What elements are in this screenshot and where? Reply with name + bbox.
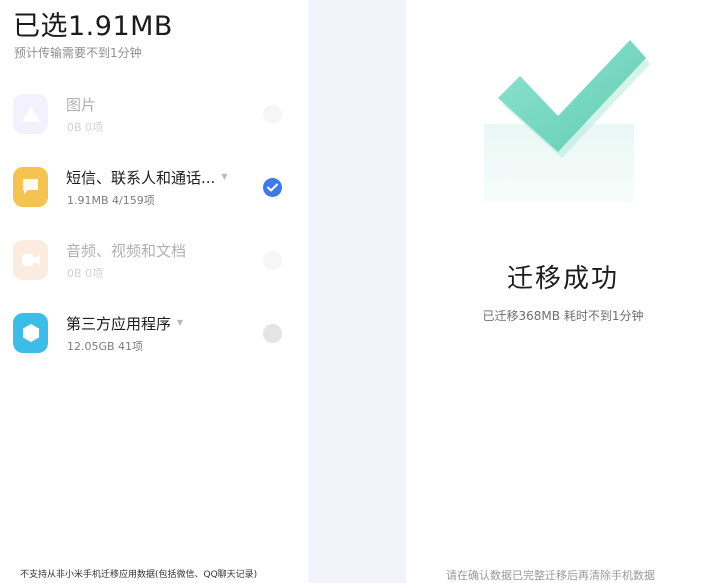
- select-checkbox[interactable]: [263, 324, 282, 343]
- selection-panel: 已选1.91MB 预计传输需要不到1分钟 图片 0B 0项 短信、联系人和通话.…: [0, 0, 308, 583]
- panel-divider: [308, 0, 406, 583]
- select-checkbox[interactable]: [263, 105, 282, 124]
- list-item-messages-contacts-calls[interactable]: 短信、联系人和通话... ▼ 1.91MB 4/159项: [0, 167, 308, 227]
- estimated-time-text: 预计传输需要不到1分钟: [14, 46, 142, 60]
- message-icon: [13, 167, 48, 207]
- item-label: 音频、视频和文档: [66, 242, 187, 260]
- select-checkbox[interactable]: [263, 178, 282, 197]
- clear-data-notice: 请在确认数据已完整迁移后再清除手机数据: [446, 569, 655, 582]
- item-meta: 0B 0项: [67, 121, 104, 134]
- video-icon: [13, 240, 48, 280]
- list-item-images[interactable]: 图片 0B 0项: [0, 94, 308, 154]
- checkmark-icon: [267, 183, 278, 192]
- item-meta: 1.91MB 4/159项: [67, 194, 155, 207]
- item-meta: 12.05GB 41项: [67, 340, 144, 353]
- result-panel: 迁移成功 已迁移368MB 耗时不到1分钟 请在确认数据已完整迁移后再清除手机数…: [406, 0, 720, 583]
- success-checkmark-icon: [484, 40, 650, 202]
- unsupported-notice: 不支持从非小米手机迁移应用数据(包括微信、QQ聊天记录): [20, 570, 258, 580]
- item-label: 短信、联系人和通话... ▼: [66, 169, 228, 187]
- item-label: 第三方应用程序 ▼: [66, 315, 184, 333]
- chevron-down-icon[interactable]: ▼: [221, 172, 227, 181]
- item-label: 图片: [66, 96, 97, 114]
- success-subtitle: 已迁移368MB 耗时不到1分钟: [482, 309, 644, 323]
- success-title: 迁移成功: [506, 264, 619, 294]
- app-icon: [13, 313, 48, 353]
- list-item-third-party-apps[interactable]: 第三方应用程序 ▼ 12.05GB 41项: [0, 313, 308, 373]
- chevron-down-icon[interactable]: ▼: [177, 318, 183, 327]
- select-checkbox[interactable]: [263, 251, 282, 270]
- selected-size-title: 已选1.91MB: [13, 11, 173, 42]
- list-item-audio-video-docs[interactable]: 音频、视频和文档 0B 0项: [0, 240, 308, 300]
- image-icon: [13, 94, 48, 134]
- item-meta: 0B 0项: [67, 267, 104, 280]
